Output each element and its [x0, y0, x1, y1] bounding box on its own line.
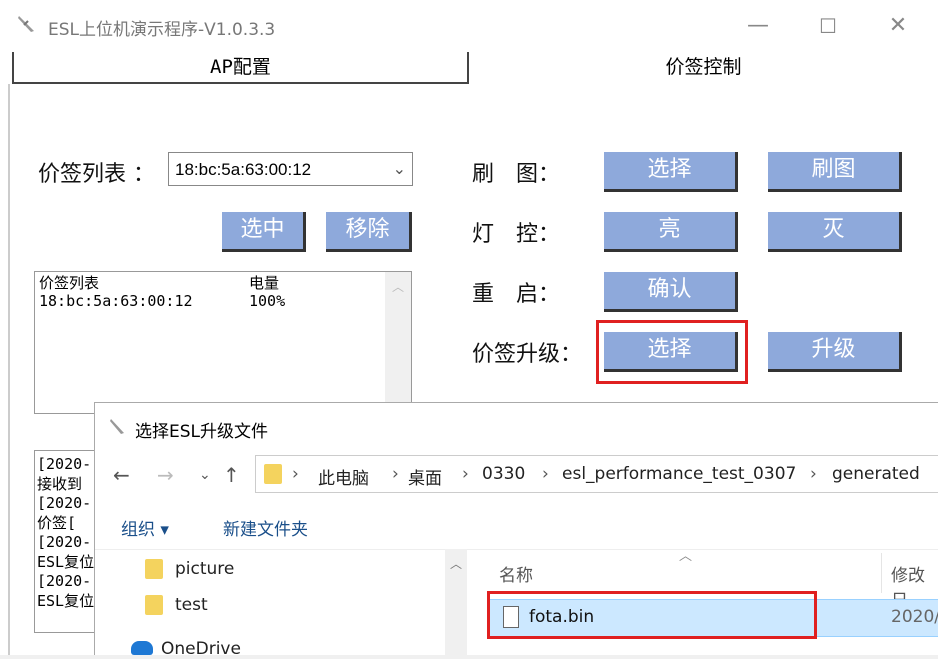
- column-tag-list: 价签列表: [39, 274, 100, 292]
- scroll-up-icon: ︿: [391, 280, 404, 294]
- forward-arrow-icon[interactable]: →: [157, 463, 174, 487]
- tab-ap-config[interactable]: AP配置: [12, 52, 469, 84]
- column-name[interactable]: 名称: [499, 561, 533, 586]
- list-item[interactable]: 18:bc:5a:63:00:12 100%: [39, 292, 411, 310]
- tag-list-label: 价签列表 ：: [38, 162, 155, 187]
- separator-icon: ›: [810, 464, 817, 484]
- select-tag-button[interactable]: 选中: [222, 212, 306, 252]
- window-title: ESL上位机演示程序-V1.0.3.3: [48, 20, 276, 40]
- column-divider: [881, 553, 882, 593]
- light-on-button[interactable]: 亮: [604, 212, 738, 252]
- recent-chevron-icon[interactable]: ⌄: [199, 467, 211, 483]
- list-item-mac: 18:bc:5a:63:00:12: [39, 292, 193, 310]
- highlight-box: [487, 591, 817, 639]
- divider: [95, 549, 938, 550]
- choose-image-button[interactable]: 选择: [604, 152, 738, 192]
- light-off-button[interactable]: 灭: [768, 212, 902, 252]
- upgrade-button[interactable]: 升级: [768, 332, 902, 372]
- file-dialog: 选择ESL升级文件 ← → ⌄ ↑ › 此电脑 › 桌面 › 0330 › es…: [94, 402, 938, 659]
- breadcrumb-generated[interactable]: generated: [832, 464, 920, 484]
- tag-listbox[interactable]: 价签列表 电量 18:bc:5a:63:00:12 100%: [34, 271, 412, 414]
- breadcrumb-test-folder[interactable]: esl_performance_test_0307: [562, 464, 796, 484]
- sort-up-icon: ︿: [679, 549, 693, 564]
- new-folder-button[interactable]: 新建文件夹: [223, 515, 308, 540]
- maximize-button[interactable]: ☐: [808, 10, 848, 44]
- up-arrow-icon[interactable]: ↑: [223, 463, 240, 487]
- firmware-upgrade-label: 价签升级：: [472, 342, 583, 367]
- folder-icon: [264, 464, 282, 484]
- remove-tag-button[interactable]: 移除: [326, 212, 412, 252]
- list-header: 价签列表 电量: [39, 274, 411, 292]
- back-arrow-icon[interactable]: ←: [113, 463, 130, 487]
- panel-border: [8, 84, 10, 655]
- separator-icon: ›: [292, 464, 299, 484]
- close-button[interactable]: ✕: [878, 10, 918, 44]
- separator-icon: ›: [542, 464, 549, 484]
- tree-item-test[interactable]: test: [175, 595, 208, 615]
- light-control-label: 灯 控：: [472, 222, 561, 247]
- dialog-title: 选择ESL升级文件: [135, 422, 269, 442]
- refresh-image-button[interactable]: 刷图: [768, 152, 902, 192]
- file-date: 2020/: [891, 607, 938, 627]
- title-bar: ESL上位机演示程序-V1.0.3.3 — ☐ ✕: [0, 0, 938, 52]
- separator-icon: ›: [462, 464, 469, 484]
- restart-confirm-button[interactable]: 确认: [604, 272, 738, 312]
- chevron-down-icon: ⌄: [392, 161, 406, 178]
- folder-icon: [145, 595, 163, 615]
- organize-menu[interactable]: 组织 ▾: [121, 515, 169, 540]
- list-scrollbar[interactable]: ︿: [385, 272, 411, 413]
- tag-combobox[interactable]: 18:bc:5a:63:00:12 ⌄: [168, 152, 413, 186]
- folder-icon: [145, 559, 163, 579]
- tree-item-picture[interactable]: picture: [175, 559, 234, 579]
- breadcrumb-0330[interactable]: 0330: [482, 464, 525, 484]
- breadcrumb-desktop[interactable]: 桌面: [408, 464, 442, 489]
- combo-value: 18:bc:5a:63:00:12: [175, 160, 312, 179]
- dialog-app-icon: [110, 419, 124, 434]
- highlight-box: [596, 320, 748, 384]
- column-battery: 电量: [249, 274, 280, 292]
- refresh-image-label: 刷 图：: [472, 162, 561, 187]
- tab-tag-control[interactable]: 价签控制: [469, 52, 938, 84]
- restart-label: 重 启：: [472, 282, 561, 307]
- cloud-icon: [131, 641, 153, 655]
- tree-scrollbar[interactable]: ︿: [445, 549, 467, 656]
- minimize-button[interactable]: —: [738, 10, 778, 44]
- scroll-up-icon: ︿: [449, 557, 462, 571]
- app-icon: [18, 16, 34, 32]
- tree-item-onedrive[interactable]: OneDrive: [161, 639, 241, 659]
- breadcrumb-this-pc[interactable]: 此电脑: [318, 464, 369, 489]
- list-item-battery: 100%: [249, 292, 286, 310]
- tab-bar: AP配置 价签控制: [12, 52, 938, 84]
- separator-icon: ›: [392, 464, 399, 484]
- address-bar[interactable]: › 此电脑 › 桌面 › 0330 › esl_performance_test…: [255, 455, 938, 493]
